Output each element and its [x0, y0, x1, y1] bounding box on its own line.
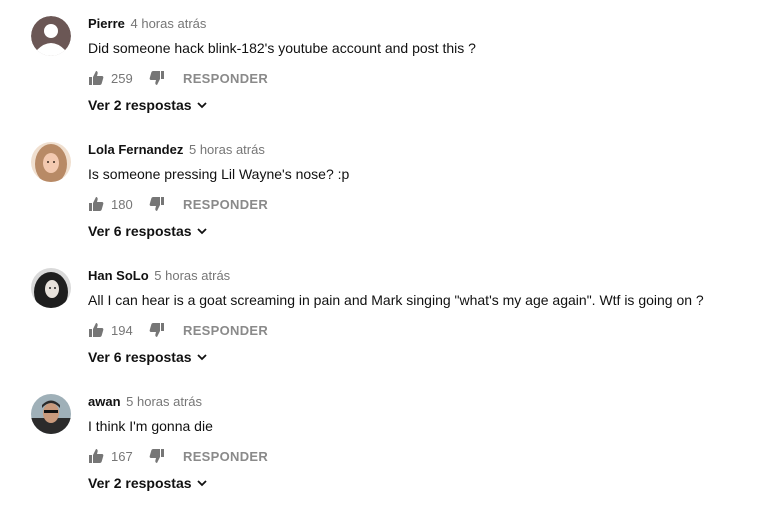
comment-thread: Pierre 4 horas atrás Did someone hack bl…: [0, 0, 763, 126]
comment-thread: awan 5 horas atrás I think I'm gonna die…: [0, 378, 763, 504]
thumbs-up-icon[interactable]: [88, 196, 104, 212]
reply-button[interactable]: RESPONDER: [183, 197, 268, 212]
avatar[interactable]: [31, 268, 71, 308]
thumbs-up-icon[interactable]: [88, 448, 104, 464]
like-count: 259: [111, 70, 133, 86]
view-replies-label: Ver 6 respostas: [88, 223, 192, 239]
view-replies-label: Ver 2 respostas: [88, 97, 192, 113]
view-replies-button[interactable]: Ver 6 respostas: [88, 349, 207, 365]
reply-button[interactable]: RESPONDER: [183, 449, 268, 464]
comments-section: Pierre 4 horas atrás Did someone hack bl…: [0, 0, 763, 512]
author-name[interactable]: Lola Fernandez: [88, 142, 183, 157]
thumbs-up-icon[interactable]: [88, 70, 104, 86]
timestamp[interactable]: 5 horas atrás: [154, 268, 230, 283]
comment-thread: Lola Fernandez 5 horas atrás Is someone …: [0, 126, 763, 252]
chevron-down-icon: [196, 226, 207, 236]
like-count: 167: [111, 448, 133, 464]
author-name[interactable]: Pierre: [88, 16, 125, 31]
comment-text: I think I'm gonna die: [88, 418, 213, 434]
view-replies-label: Ver 6 respostas: [88, 349, 192, 365]
view-replies-label: Ver 2 respostas: [88, 475, 192, 491]
view-replies-button[interactable]: Ver 2 respostas: [88, 97, 207, 113]
reply-button[interactable]: RESPONDER: [183, 323, 268, 338]
view-replies-button[interactable]: Ver 6 respostas: [88, 223, 207, 239]
like-count: 180: [111, 196, 133, 212]
comment-header: Han SoLo 5 horas atrás: [88, 268, 230, 284]
comment-thread: Han SoLo 5 horas atrás All I can hear is…: [0, 252, 763, 378]
avatar[interactable]: [31, 16, 71, 56]
timestamp[interactable]: 5 horas atrás: [126, 394, 202, 409]
avatar[interactable]: [31, 142, 71, 182]
comment-header: awan 5 horas atrás: [88, 394, 202, 410]
thumbs-up-icon[interactable]: [88, 322, 104, 338]
timestamp[interactable]: 4 horas atrás: [131, 16, 207, 31]
thumbs-down-icon[interactable]: [149, 70, 165, 86]
comment-actions: 194 RESPONDER: [88, 320, 268, 340]
chevron-down-icon: [196, 100, 207, 110]
comment-header: Lola Fernandez 5 horas atrás: [88, 142, 265, 158]
author-name[interactable]: Han SoLo: [88, 268, 149, 283]
comment-actions: 259 RESPONDER: [88, 68, 268, 88]
thumbs-down-icon[interactable]: [149, 322, 165, 338]
avatar[interactable]: [31, 394, 71, 434]
chevron-down-icon: [196, 478, 207, 488]
comment-actions: 167 RESPONDER: [88, 446, 268, 466]
thumbs-down-icon[interactable]: [149, 196, 165, 212]
timestamp[interactable]: 5 horas atrás: [189, 142, 265, 157]
chevron-down-icon: [196, 352, 207, 362]
comment-header: Pierre 4 horas atrás: [88, 16, 206, 32]
author-name[interactable]: awan: [88, 394, 121, 409]
view-replies-button[interactable]: Ver 2 respostas: [88, 475, 207, 491]
comment-text: Is someone pressing Lil Wayne's nose? :p: [88, 166, 350, 182]
comment-actions: 180 RESPONDER: [88, 194, 268, 214]
thumbs-down-icon[interactable]: [149, 448, 165, 464]
comment-text: All I can hear is a goat screaming in pa…: [88, 292, 704, 308]
like-count: 194: [111, 322, 133, 338]
comment-text: Did someone hack blink-182's youtube acc…: [88, 40, 476, 56]
reply-button[interactable]: RESPONDER: [183, 71, 268, 86]
